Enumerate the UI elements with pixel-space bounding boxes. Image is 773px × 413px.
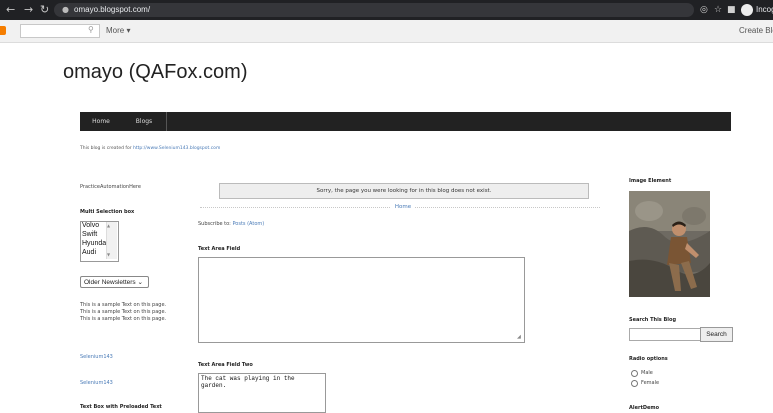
description-text: This blog is created for (80, 146, 132, 151)
lock-icon[interactable]: ● (62, 4, 69, 16)
subscribe-line: Subscribe to: Posts (Atom) (198, 221, 264, 228)
profile-photo (629, 191, 710, 297)
search-input[interactable] (629, 328, 701, 341)
selenium143-link-2[interactable]: Selenium143 (80, 380, 113, 387)
scroll-up-icon[interactable]: ▲ (107, 223, 110, 229)
radio-options-heading: Radio options (629, 356, 668, 362)
tab-icon[interactable]: ■ (727, 0, 736, 20)
blog-description: This blog is created for http://www.Sele… (80, 145, 220, 153)
textarea-field-two[interactable]: The cat was playing in the garden. (198, 373, 326, 413)
textarea-field-two-heading: Text Area Field Two (198, 362, 253, 368)
newsletter-selected: Older Newsletters (84, 279, 136, 286)
tab-blogs[interactable]: Blogs (122, 112, 166, 131)
posts-atom-link[interactable]: Posts (Atom) (232, 221, 264, 227)
back-arrow-icon[interactable]: ← (6, 0, 15, 20)
home-link[interactable]: Home (392, 203, 414, 211)
create-blog-link[interactable]: Create Blo (739, 25, 773, 37)
alert-demo-heading: AlertDemo (629, 405, 660, 411)
chevron-down-icon: ⌄ (137, 279, 143, 286)
incognito-icon[interactable] (741, 4, 753, 16)
radio-label-female: Female (641, 380, 660, 386)
radio-female[interactable] (631, 380, 638, 387)
multi-selection-heading: Multi Selection box (80, 209, 135, 215)
scroll-down-icon[interactable]: ▼ (107, 252, 110, 258)
tab-home[interactable]: Home (80, 112, 122, 131)
image-element-heading: Image Element (629, 178, 672, 184)
divider (200, 207, 390, 208)
divider (415, 207, 600, 208)
url-text[interactable]: omayo.blogspot.com/ (74, 4, 150, 16)
textarea-field-heading: Text Area Field (198, 246, 241, 252)
search-button[interactable]: Search (700, 327, 733, 342)
tab-divider (166, 112, 167, 131)
search-blog-heading: Search This Blog (629, 317, 677, 323)
status-message: Sorry, the page you were looking for in … (219, 183, 589, 199)
subscribe-label: Subscribe to: (198, 221, 231, 227)
textarea-field[interactable] (198, 257, 525, 343)
multi-option[interactable]: Volvo (82, 222, 99, 230)
older-newsletters-select[interactable]: Older Newsletters ⌄ (80, 276, 149, 288)
resize-grip-icon[interactable]: ◢ (517, 335, 521, 340)
page-title: omayo (QAFox.com) (63, 61, 248, 83)
forward-arrow-icon[interactable]: → (24, 0, 33, 20)
incognito-label[interactable]: Incog (756, 4, 773, 16)
description-link[interactable]: http://www.Selenium143.blogspot.com (133, 146, 220, 151)
star-icon[interactable]: ☆ (714, 0, 722, 20)
multi-option[interactable]: Hyundai (82, 240, 108, 248)
practice-automation-link[interactable]: PracticeAutomationHere (80, 184, 141, 191)
multi-option[interactable]: Swift (82, 231, 97, 239)
no-tracking-icon[interactable]: ◎ (700, 0, 708, 20)
reload-icon[interactable]: ↻ (40, 0, 49, 20)
search-icon[interactable]: ⚲ (88, 24, 94, 36)
radio-male[interactable] (631, 370, 638, 377)
radio-label-male: Male (641, 370, 653, 376)
multi-option[interactable]: Audi (82, 249, 96, 257)
tab-bar (80, 112, 731, 131)
more-menu[interactable]: More ▾ (106, 25, 130, 37)
selenium143-link[interactable]: Selenium143 (80, 354, 113, 361)
blogger-logo-icon[interactable] (0, 26, 6, 35)
sample-text: This is a sample Text on this page. This… (80, 302, 167, 322)
